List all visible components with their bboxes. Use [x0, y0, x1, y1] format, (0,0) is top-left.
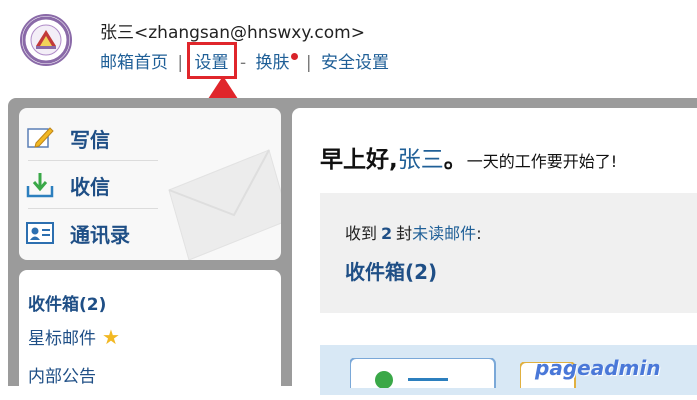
write-mail-button[interactable]: 写信	[26, 118, 160, 158]
change-skin-link[interactable]: 换肤	[256, 53, 290, 73]
folder-starred-label: 星标邮件	[28, 329, 96, 349]
greeting: 早上好,张三。一天的工作要开始了!	[320, 140, 617, 174]
top-nav: 邮箱首页 | 设置 - 换肤 | 安全设置	[100, 42, 389, 79]
greeting-text: 早上好,	[320, 147, 398, 173]
watermark-text: pageadmin	[535, 356, 661, 380]
address-card-icon	[26, 222, 54, 244]
unread-colon: :	[476, 224, 482, 243]
new-dot-badge	[290, 53, 298, 60]
settings-link[interactable]: 设置	[186, 42, 237, 79]
inbox-download-icon	[26, 173, 54, 198]
nav-separator: |	[305, 53, 312, 73]
divider	[28, 208, 158, 209]
envelope-decoration-icon	[168, 149, 281, 260]
promo-card-icon	[350, 358, 496, 388]
divider	[28, 160, 158, 161]
unread-summary-box	[320, 193, 697, 313]
write-mail-label: 写信	[70, 127, 110, 152]
unread-mail-link[interactable]: 未读邮件	[412, 224, 476, 243]
unread-summary: 收到 2 封未读邮件:	[345, 220, 482, 244]
unread-count: 2	[381, 224, 393, 243]
greeting-period: 。	[443, 147, 467, 173]
mail-home-link[interactable]: 邮箱首页	[100, 53, 168, 73]
folder-inbox[interactable]: 收件箱(2)	[28, 290, 106, 315]
greeting-tagline: 一天的工作要开始了!	[466, 152, 618, 171]
receive-mail-label: 收信	[70, 174, 110, 199]
security-settings-link[interactable]: 安全设置	[321, 53, 389, 73]
user-identity: 张三<zhangsan@hnswxy.com>	[100, 23, 365, 43]
unread-unit: 封	[396, 224, 413, 243]
star-icon: ★	[102, 325, 120, 349]
contacts-button[interactable]: 通讯录	[26, 213, 160, 253]
inbox-link[interactable]: 收件箱(2)	[345, 256, 437, 285]
contacts-label: 通讯录	[70, 222, 130, 247]
top-bar: 张三<zhangsan@hnswxy.com> 邮箱首页 | 设置 - 换肤 |…	[0, 0, 697, 184]
school-logo	[20, 14, 72, 66]
unread-prefix: 收到	[345, 224, 378, 243]
receive-mail-button[interactable]: 收信	[26, 165, 160, 205]
folder-starred[interactable]: 星标邮件 ★	[28, 324, 120, 349]
nav-separator: -	[239, 53, 247, 73]
nav-separator: |	[177, 53, 184, 73]
pencil-icon	[27, 127, 54, 148]
greeting-name: 张三	[397, 147, 444, 173]
folder-notice[interactable]: 内部公告	[28, 362, 96, 387]
